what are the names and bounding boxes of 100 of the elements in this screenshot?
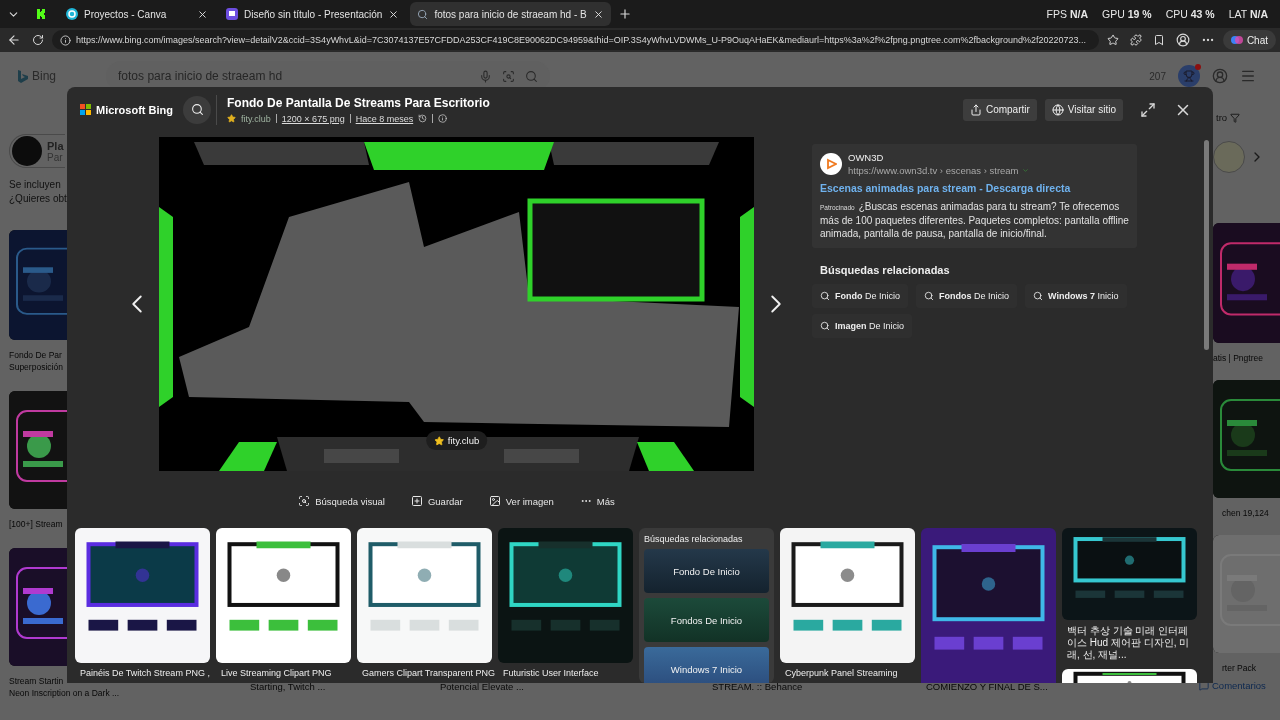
result-caption: STREAM. :: Behance xyxy=(712,681,804,693)
caret-icon xyxy=(1021,167,1029,174)
visual-search-icon xyxy=(502,69,516,83)
perf-label: FPS xyxy=(1046,8,1067,20)
related-search-tile[interactable]: Windows 7 Inicio xyxy=(644,647,769,683)
perf-label: CPU xyxy=(1165,8,1188,20)
ad-url: https://www.own3d.tv › escenas › stream xyxy=(848,165,1019,176)
profile-icon xyxy=(1175,33,1190,47)
app-icon xyxy=(35,8,47,20)
filter-label: tro xyxy=(1216,112,1228,123)
reload-icon xyxy=(32,34,44,46)
result-caption: Potencial Elevate ... xyxy=(440,681,525,693)
mic-icon xyxy=(479,69,493,83)
thumbnail-caption: Painéis De Twitch Stream PNG , xyxy=(80,668,210,678)
perf-value: N/A xyxy=(1249,8,1268,20)
save-icon xyxy=(410,495,423,507)
visual-search-icon xyxy=(298,495,311,507)
trophy-icon xyxy=(1183,70,1195,82)
star-icon xyxy=(227,114,236,123)
action-button[interactable]: Más xyxy=(579,490,615,512)
sparkle-icon xyxy=(1230,34,1243,46)
search-icon xyxy=(924,291,935,301)
globe-icon xyxy=(1051,103,1064,116)
search-icon xyxy=(820,321,830,331)
source-badge[interactable]: fity.club xyxy=(425,431,488,450)
site-info-icon xyxy=(60,34,71,46)
search-icon xyxy=(1033,291,1044,301)
app-icon xyxy=(66,8,78,20)
app-icon xyxy=(226,8,238,20)
rewards-button[interactable] xyxy=(1178,65,1200,87)
bookmark-icon xyxy=(1152,34,1165,46)
action-button[interactable]: Búsqueda visual xyxy=(298,490,385,512)
result-caption: Superposición xyxy=(9,361,63,373)
action-button[interactable]: Guardar xyxy=(410,490,463,512)
notice-text: ¿Quieres obt xyxy=(9,192,67,206)
perf-value: N/A xyxy=(1069,8,1089,20)
image-icon xyxy=(488,495,501,507)
search-button[interactable] xyxy=(183,95,211,124)
search-icon xyxy=(417,8,429,20)
search-icon xyxy=(820,291,830,301)
result-caption: COMIENZO Y FINAL DE S... xyxy=(926,681,1048,693)
result-caption: rter Pack xyxy=(1222,662,1256,674)
address-bar[interactable]: https://www.bing.com/images/search?view=detailV2&ccid=3S4yWhvL&id=7C3074137E57CFDDA253CF419C8E90062DC94959&thid=OIP.3S4yWhvLVDWMs_U-P9OuqAHaEK&mediaurl=https%3a%2f%2fpng.pngtree.com%2fbackground%2f20220723... xyxy=(52,30,1099,50)
browser-tab[interactable]: Proyectos - Canva xyxy=(59,2,215,26)
image-title: Fondo De Pantalla De Streams Para Escritorio xyxy=(227,95,490,110)
related-search-chip[interactable]: Fondo De Inicio xyxy=(812,284,909,308)
related-search-tile[interactable]: Fondos De Inicio xyxy=(644,598,769,642)
result-caption: Neon Inscription on a Dark ... xyxy=(9,687,120,699)
source-link[interactable]: fity.club xyxy=(241,113,271,124)
date-link[interactable]: Hace 8 meses xyxy=(355,113,414,124)
browser-tab[interactable]: fotos para inicio de straeam hd - B xyxy=(410,2,611,26)
brand-name: Microsoft Bing xyxy=(96,103,173,116)
close-icon[interactable] xyxy=(592,8,604,20)
perf-value: 19 % xyxy=(1127,8,1152,20)
star-icon xyxy=(433,435,444,446)
advertiser-name: OWN3D xyxy=(848,152,885,163)
share-button[interactable]: Compartir xyxy=(962,98,1037,121)
share-icon xyxy=(969,103,982,116)
info-icon[interactable] xyxy=(438,114,448,123)
chip-title: Pla xyxy=(47,139,64,152)
card-title: Búsquedas relacionadas xyxy=(644,534,744,544)
thumbnail-caption: Live Streaming Clipart PNG xyxy=(221,668,333,678)
expand-icon xyxy=(1140,101,1156,118)
thumbnail-caption: 백터 추상 기술 미래 인터페이스 Hud 제어판 디자인, 미래, 선, 재널... xyxy=(1067,625,1191,661)
close-icon[interactable] xyxy=(388,8,400,20)
related-search-tile[interactable]: Fondo De Inicio xyxy=(644,549,769,593)
logo-text: Bing xyxy=(32,69,57,83)
perf-label: GPU xyxy=(1102,8,1125,20)
section-title: Búsquedas relacionadas xyxy=(820,264,951,276)
size-link[interactable]: 1200 × 675 png xyxy=(281,113,345,124)
ad-title-link[interactable]: Escenas animadas para stream - Descarga directa xyxy=(820,182,1129,194)
scrollbar[interactable] xyxy=(1204,140,1209,350)
related-search-chip[interactable]: Windows 7 Inicio xyxy=(1025,284,1127,308)
result-caption: Stream Startin xyxy=(9,675,64,687)
filter-icon xyxy=(1230,112,1241,123)
result-caption: atis | Pngtree xyxy=(1213,352,1263,364)
perf-value: 43 % xyxy=(1190,8,1215,20)
result-caption: Starting, Twitch ... xyxy=(250,681,327,693)
logo-icon xyxy=(80,104,91,115)
search-icon xyxy=(190,103,204,116)
chat-button[interactable]: Chat xyxy=(1222,30,1276,50)
result-caption: [100+] Stream xyxy=(9,518,63,530)
notice-text: Se incluyen xyxy=(9,178,62,192)
thumbnail-caption: Futuristic User Interface xyxy=(503,668,600,678)
search-icon xyxy=(525,69,539,83)
browser-tab[interactable]: Diseño sin título - Presentación xyxy=(219,2,407,26)
play-logo-icon xyxy=(820,153,842,175)
thumbnail-caption: Cyberpunk Panel Streaming xyxy=(785,668,899,678)
perf-label: LAT xyxy=(1228,8,1247,20)
plus-icon xyxy=(617,7,632,21)
related-search-chip[interactable]: Imagen De Inicio xyxy=(812,314,913,338)
puzzle-icon xyxy=(1129,34,1142,46)
result-caption: chen 19,124 xyxy=(1222,507,1269,519)
action-button[interactable]: Ver imagen xyxy=(488,490,554,512)
visit-site-button[interactable]: Visitar sitio xyxy=(1044,98,1123,121)
history-icon xyxy=(418,114,428,123)
star-icon xyxy=(1106,34,1119,46)
close-icon[interactable] xyxy=(197,8,208,20)
related-search-chip[interactable]: Fondos De Inicio xyxy=(916,284,1018,308)
back-arrow-icon xyxy=(7,33,21,47)
